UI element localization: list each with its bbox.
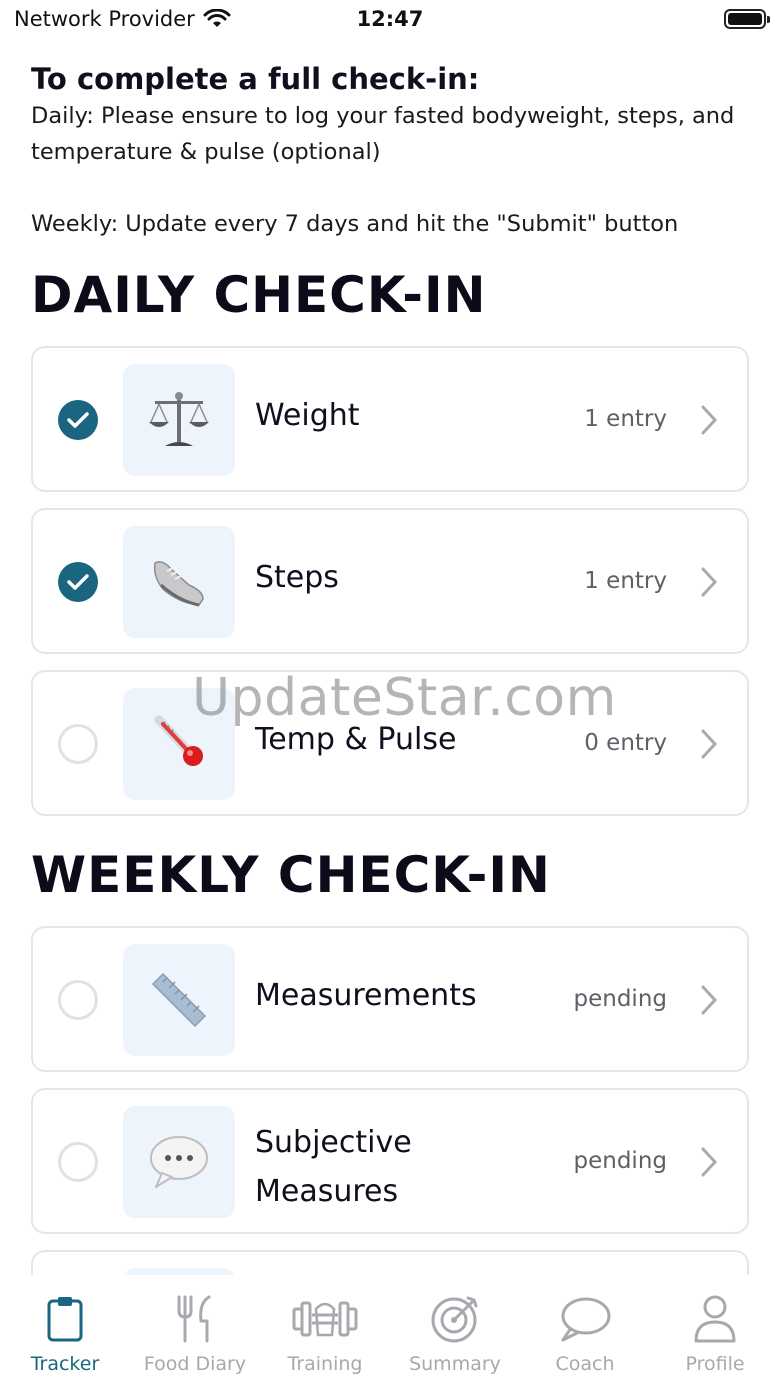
steps-entry-count: 1 entry [584, 568, 667, 594]
subjective-measures-label-line1: Subjective [255, 1125, 412, 1160]
subjective-measures-card[interactable]: Subjective Measures pending [31, 1088, 749, 1234]
weight-card[interactable]: Weight 1 entry [31, 346, 749, 492]
watermark-text: UpdateStar.com [192, 668, 617, 728]
clipboard-icon [0, 1293, 130, 1345]
chevron-right-icon [701, 567, 718, 597]
sneaker-icon [123, 526, 235, 638]
subjective-measures-status: pending [573, 1148, 668, 1174]
measurements-card[interactable]: Measurements pending [31, 926, 749, 1072]
temp-pulse-entry-count: 0 entry [584, 730, 667, 756]
subjective-measures-label: Subjective Measures [255, 1118, 412, 1216]
steps-completed-check-icon [58, 562, 98, 602]
tab-summary[interactable]: Summary [390, 1293, 520, 1375]
tab-food-diary[interactable]: Food Diary [130, 1293, 260, 1375]
chevron-right-icon [701, 729, 718, 759]
tab-tracker[interactable]: Tracker [0, 1293, 130, 1375]
chevron-right-icon [701, 985, 718, 1015]
weight-label: Weight [255, 398, 360, 433]
temp-pulse-unchecked-circle-icon [58, 724, 98, 764]
chevron-right-icon [701, 405, 718, 435]
measurements-status: pending [573, 986, 668, 1012]
tab-food-diary-label: Food Diary [143, 1353, 247, 1375]
status-time: 12:47 [356, 7, 424, 31]
intro-title: To complete a full check-in: [31, 62, 480, 96]
steps-label: Steps [255, 560, 339, 595]
tab-training-label: Training [287, 1353, 363, 1375]
intro-weekly-text: Weekly: Update every 7 days and hit the … [31, 211, 679, 237]
measurements-label: Measurements [255, 978, 477, 1013]
battery-icon [724, 9, 770, 29]
speech-bubble-icon [123, 1106, 235, 1218]
weight-completed-check-icon [58, 400, 98, 440]
weekly-checkin-heading: WEEKLY CHECK-IN [31, 846, 551, 904]
tab-summary-label: Summary [409, 1353, 501, 1375]
fork-knife-icon [130, 1293, 260, 1345]
subjective-measures-label-line2: Measures [255, 1174, 399, 1209]
dumbbell-icon [260, 1293, 390, 1345]
chevron-right-icon [701, 1147, 718, 1177]
tab-training[interactable]: Training [260, 1293, 390, 1375]
tab-profile-label: Profile [685, 1353, 745, 1375]
status-bar: Network Provider 12:47 [0, 0, 780, 40]
person-icon [650, 1293, 780, 1345]
scale-icon [123, 364, 235, 476]
tab-coach-label: Coach [555, 1353, 615, 1375]
subjective-measures-unchecked-circle-icon [58, 1142, 98, 1182]
tab-coach[interactable]: Coach [520, 1293, 650, 1375]
tab-tracker-label: Tracker [30, 1353, 100, 1375]
ruler-icon [123, 944, 235, 1056]
daily-checkin-heading: DAILY CHECK-IN [31, 266, 487, 324]
steps-card[interactable]: Steps 1 entry [31, 508, 749, 654]
tab-profile[interactable]: Profile [650, 1293, 780, 1375]
intro-daily-text: Daily: Please ensure to log your fasted … [31, 103, 735, 165]
target-icon [390, 1293, 520, 1345]
measurements-unchecked-circle-icon [58, 980, 98, 1020]
chat-icon [520, 1293, 650, 1345]
intro-section: To complete a full check-in: Daily: Plea… [31, 60, 751, 242]
bottom-tab-bar: Tracker Food Diary Training Summary Coac… [0, 1275, 780, 1387]
weight-entry-count: 1 entry [584, 406, 667, 432]
